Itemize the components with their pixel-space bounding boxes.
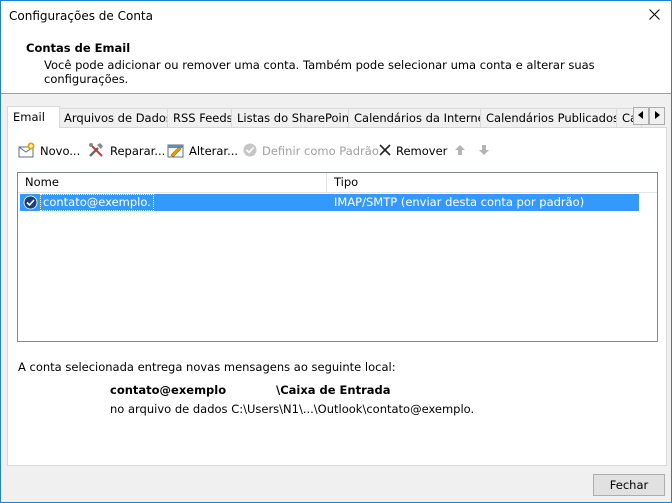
arrow-down-icon <box>478 144 490 159</box>
table-row[interactable]: contato@exemplo. IMAP/SMTP (enviar desta… <box>20 194 639 211</box>
window-title: Configurações de Conta <box>9 9 153 23</box>
close-dialog-button[interactable]: Fechar <box>593 474 665 496</box>
window-close-button[interactable] <box>643 5 665 27</box>
account-type-cell: IMAP/SMTP (enviar desta conta por padrão… <box>334 195 585 209</box>
tab-published-calendars[interactable]: Calendários Publicados <box>480 108 620 127</box>
arrow-up-icon <box>454 144 466 159</box>
header-title: Contas de Email <box>26 41 131 55</box>
column-header-name[interactable]: Nome <box>18 173 59 192</box>
account-name-cell: contato@exemplo. <box>40 194 154 211</box>
new-mail-icon <box>18 142 36 161</box>
move-up-button[interactable] <box>454 142 466 160</box>
repair-label: Reparar... <box>110 144 166 158</box>
delivery-folder: \Caixa de Entrada <box>276 383 391 397</box>
accounts-list[interactable]: Nome Tipo contato@exemplo. IMAP/SMTP (en… <box>17 172 658 342</box>
tab-scroll-left[interactable] <box>633 107 649 125</box>
close-dialog-label: Fechar <box>609 478 649 492</box>
tab-sharepoint-lists[interactable]: Listas do SharePoint <box>231 108 354 127</box>
header-description: Você pode adicionar ou remover uma conta… <box>44 58 595 86</box>
list-header: Nome Tipo <box>18 173 657 193</box>
new-account-button[interactable]: Novo... <box>18 142 80 160</box>
remove-label: Remover <box>396 144 448 158</box>
delivery-datafile: no arquivo de dados C:\Users\N1\...\Outl… <box>110 402 475 416</box>
repair-button[interactable]: Reparar... <box>88 142 165 160</box>
remove-button[interactable]: Remover <box>378 142 447 160</box>
edit-account-icon <box>167 142 185 161</box>
delivery-label: A conta selecionada entrega novas mensag… <box>18 360 396 374</box>
move-down-button[interactable] <box>478 142 490 160</box>
tab-internet-calendars[interactable]: Calendários da Internet <box>348 108 489 127</box>
tab-data-files[interactable]: Arquivos de Dados <box>58 108 172 127</box>
tab-scroll-right[interactable] <box>649 107 665 125</box>
delete-x-icon <box>378 143 392 160</box>
set-default-label: Definir como Padrão <box>262 144 379 158</box>
title-bar: Configurações de Conta <box>1 1 671 32</box>
column-header-type[interactable]: Tipo <box>327 173 358 192</box>
change-label: Alterar... <box>189 144 239 158</box>
checkmark-circle-icon <box>242 142 258 161</box>
email-tab-panel: Novo... Reparar... Alterar... Definir co… <box>7 127 667 466</box>
triangle-left-icon <box>638 111 644 121</box>
new-account-label: Novo... <box>40 144 81 158</box>
tools-icon <box>88 142 106 161</box>
tab-email[interactable]: Email <box>7 106 60 128</box>
toolbar: Novo... Reparar... Alterar... Definir co… <box>18 142 658 160</box>
tab-strip: Email Arquivos de Dados RSS Feeds Listas… <box>7 106 667 128</box>
close-icon <box>648 9 660 23</box>
delivery-account: contato@exemplo <box>110 383 227 397</box>
default-account-check-icon <box>23 195 38 213</box>
triangle-right-icon <box>654 111 660 121</box>
change-button[interactable]: Alterar... <box>167 142 238 160</box>
set-default-button[interactable]: Definir como Padrão <box>242 142 379 160</box>
account-settings-window: Configurações de Conta Contas de Email V… <box>0 0 672 503</box>
dialog-header: Contas de Email Você pode adicionar ou r… <box>1 32 671 94</box>
tab-rss-feeds[interactable]: RSS Feeds <box>167 108 233 127</box>
